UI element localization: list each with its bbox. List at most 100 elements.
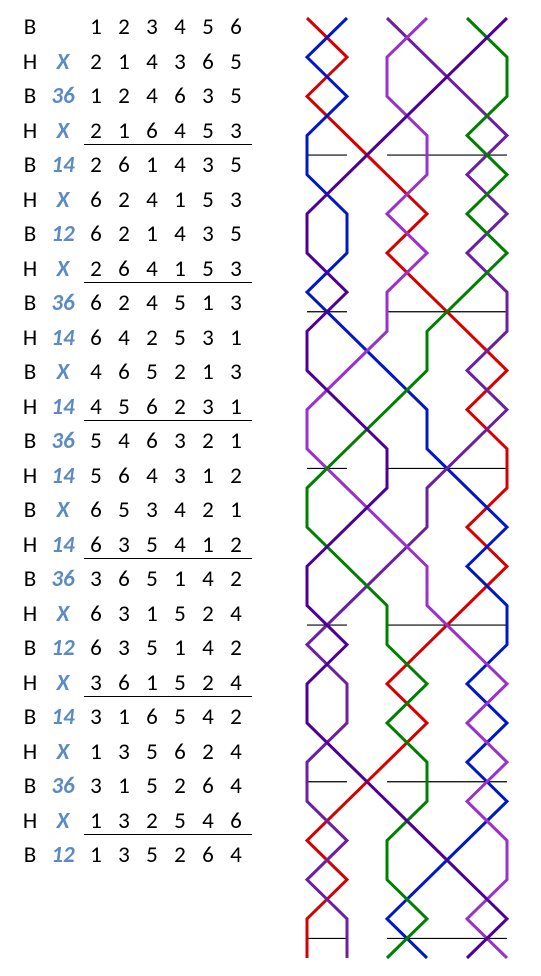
stroke-label: B bbox=[16, 82, 44, 110]
row-table: B123456HX214365B36124635HX216453B1426143… bbox=[16, 10, 272, 873]
bell-cell: 3 bbox=[222, 186, 250, 214]
bell-cell: 1 bbox=[138, 600, 166, 628]
bell-cell: 4 bbox=[166, 151, 194, 179]
blue-line-diagram bbox=[285, 10, 530, 966]
stroke-label: H bbox=[16, 669, 44, 697]
bell-cell: 3 bbox=[194, 151, 222, 179]
bell-cell: 6 bbox=[166, 738, 194, 766]
bell-cell: 5 bbox=[110, 393, 138, 421]
bell-cell: 4 bbox=[138, 255, 166, 283]
table-row: B14316542 bbox=[16, 700, 272, 735]
bell-cell: 4 bbox=[222, 772, 250, 800]
bell-cell: 5 bbox=[222, 220, 250, 248]
bell-cell: 3 bbox=[110, 738, 138, 766]
bell-cell: 4 bbox=[110, 324, 138, 352]
stroke-label: H bbox=[16, 393, 44, 421]
bell-cell: 5 bbox=[138, 634, 166, 662]
bell-cell: 5 bbox=[138, 531, 166, 559]
call-label: X bbox=[44, 358, 82, 386]
bell-cell: 3 bbox=[194, 220, 222, 248]
table-row: HX624153 bbox=[16, 183, 272, 218]
bell-cell: 4 bbox=[194, 807, 222, 835]
table-row: HX631524 bbox=[16, 597, 272, 632]
bell-cell: 2 bbox=[110, 186, 138, 214]
bell-cell: 6 bbox=[138, 117, 166, 145]
bell-sequence: 624153 bbox=[82, 186, 250, 214]
bell-cell: 3 bbox=[194, 393, 222, 421]
bell-cell: 3 bbox=[110, 531, 138, 559]
bell-cell: 5 bbox=[194, 117, 222, 145]
table-row: B36124635 bbox=[16, 79, 272, 114]
bell-cell: 4 bbox=[166, 496, 194, 524]
bell-cell: 4 bbox=[166, 531, 194, 559]
stroke-label: H bbox=[16, 807, 44, 835]
bell-sequence: 214365 bbox=[82, 48, 250, 76]
stroke-label: H bbox=[16, 462, 44, 490]
bell-cell: 4 bbox=[138, 289, 166, 317]
call-label: 36 bbox=[44, 565, 82, 593]
bell-cell: 2 bbox=[194, 738, 222, 766]
bell-cell: 2 bbox=[222, 565, 250, 593]
stroke-label: H bbox=[16, 531, 44, 559]
bell-cell: 5 bbox=[166, 669, 194, 697]
stroke-label: B bbox=[16, 772, 44, 800]
bell-cell: 6 bbox=[82, 496, 110, 524]
bell-cell: 3 bbox=[194, 324, 222, 352]
bell-cell: 1 bbox=[166, 565, 194, 593]
bell-cell: 2 bbox=[166, 393, 194, 421]
bell-cell: 1 bbox=[110, 117, 138, 145]
bell-cell: 4 bbox=[166, 117, 194, 145]
bell-sequence: 621435 bbox=[82, 220, 250, 248]
lead-rule bbox=[84, 558, 252, 559]
bell-cell: 4 bbox=[138, 48, 166, 76]
bell-cell: 5 bbox=[82, 462, 110, 490]
bell-cell: 3 bbox=[194, 82, 222, 110]
bell-cell: 2 bbox=[82, 151, 110, 179]
bell-cell: 1 bbox=[82, 807, 110, 835]
bell-cell: 6 bbox=[138, 703, 166, 731]
bell-cell: 2 bbox=[82, 48, 110, 76]
table-row: B12135264 bbox=[16, 838, 272, 873]
bell-cell: 3 bbox=[222, 289, 250, 317]
bell-cell: 1 bbox=[110, 703, 138, 731]
bell-sequence: 123456 bbox=[82, 13, 250, 41]
bell-cell: 5 bbox=[222, 48, 250, 76]
bell-cell: 4 bbox=[82, 358, 110, 386]
bell-cell: 1 bbox=[194, 289, 222, 317]
bell-cell: 2 bbox=[194, 496, 222, 524]
bell-cell: 5 bbox=[194, 186, 222, 214]
bell-path-5 bbox=[307, 18, 507, 958]
bell-cell: 3 bbox=[166, 462, 194, 490]
bell-cell: 2 bbox=[166, 358, 194, 386]
bell-cell: 4 bbox=[166, 13, 194, 41]
bell-cell: 4 bbox=[194, 634, 222, 662]
table-row: B14261435 bbox=[16, 148, 272, 183]
stroke-label: B bbox=[16, 703, 44, 731]
bell-cell: 3 bbox=[110, 634, 138, 662]
bell-cell: 6 bbox=[110, 151, 138, 179]
lead-rule bbox=[84, 696, 252, 697]
stroke-label: B bbox=[16, 151, 44, 179]
stroke-label: B bbox=[16, 565, 44, 593]
bell-sequence: 642531 bbox=[82, 324, 250, 352]
bell-path-3 bbox=[307, 18, 507, 958]
bell-sequence: 361524 bbox=[82, 669, 250, 697]
bell-cell: 1 bbox=[222, 427, 250, 455]
table-row: B36365142 bbox=[16, 562, 272, 597]
bell-sequence: 315264 bbox=[82, 772, 250, 800]
bell-cell: 5 bbox=[138, 772, 166, 800]
call-label: X bbox=[44, 186, 82, 214]
bell-cell: 2 bbox=[222, 531, 250, 559]
bell-cell: 6 bbox=[82, 600, 110, 628]
call-label: 12 bbox=[44, 841, 82, 869]
bell-cell: 6 bbox=[194, 48, 222, 76]
stroke-label: H bbox=[16, 738, 44, 766]
bell-sequence: 564312 bbox=[82, 462, 250, 490]
bell-sequence: 456231 bbox=[82, 393, 250, 421]
stroke-label: B bbox=[16, 427, 44, 455]
bell-cell: 5 bbox=[138, 565, 166, 593]
table-row: H14635412 bbox=[16, 528, 272, 563]
call-label: 14 bbox=[44, 324, 82, 352]
bell-cell: 1 bbox=[222, 393, 250, 421]
table-row: HX264153 bbox=[16, 252, 272, 287]
